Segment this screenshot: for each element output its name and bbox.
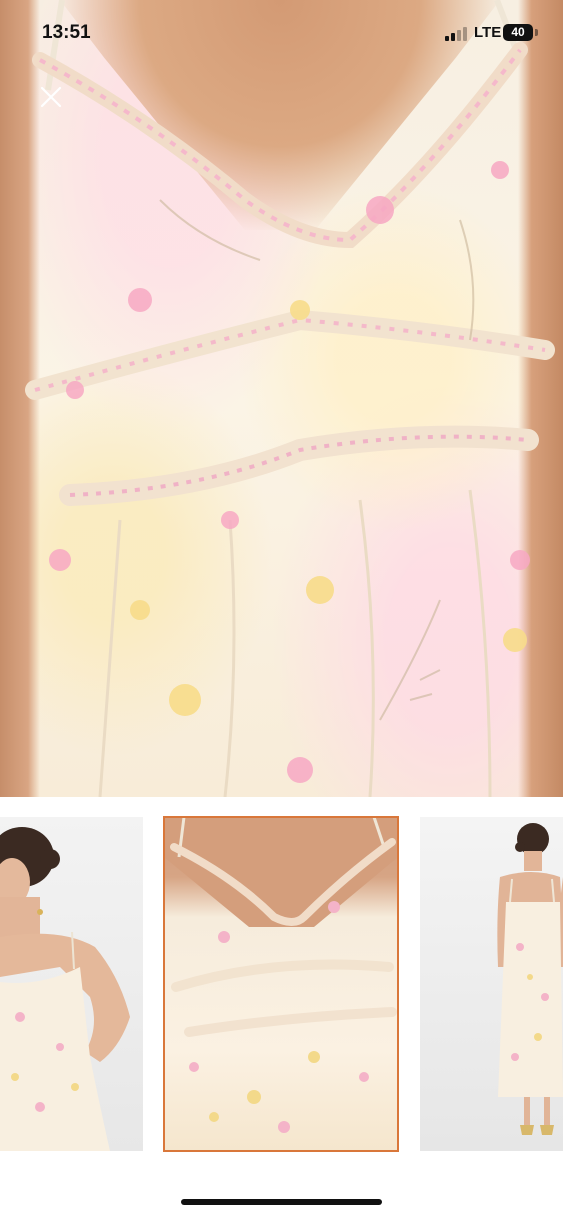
close-button[interactable] <box>32 78 70 116</box>
cellular-signal-icon <box>445 27 469 41</box>
model-front-image <box>0 827 130 1151</box>
status-bar: 13:51 LTE 40 <box>0 0 563 60</box>
battery-nub <box>535 29 538 36</box>
dress-closeup-image <box>164 817 398 1133</box>
battery-level: 40 <box>511 25 525 39</box>
thumbnail-strip <box>0 816 563 1153</box>
model-back-image <box>497 823 563 1135</box>
battery-icon: 40 <box>503 24 533 41</box>
thumbnail-model-front[interactable] <box>0 817 143 1151</box>
product-image-viewer: 13:51 LTE 40 <box>0 0 563 1218</box>
thumbnail-model-back[interactable] <box>420 817 563 1151</box>
floral-dress-illustration <box>25 0 555 797</box>
status-time: 13:51 <box>42 22 91 43</box>
network-type: LTE <box>474 24 502 41</box>
thumbnail-dress-closeup-selected[interactable] <box>163 816 399 1152</box>
home-indicator[interactable] <box>181 1199 382 1205</box>
main-product-image[interactable] <box>0 0 563 797</box>
close-icon <box>40 86 62 108</box>
